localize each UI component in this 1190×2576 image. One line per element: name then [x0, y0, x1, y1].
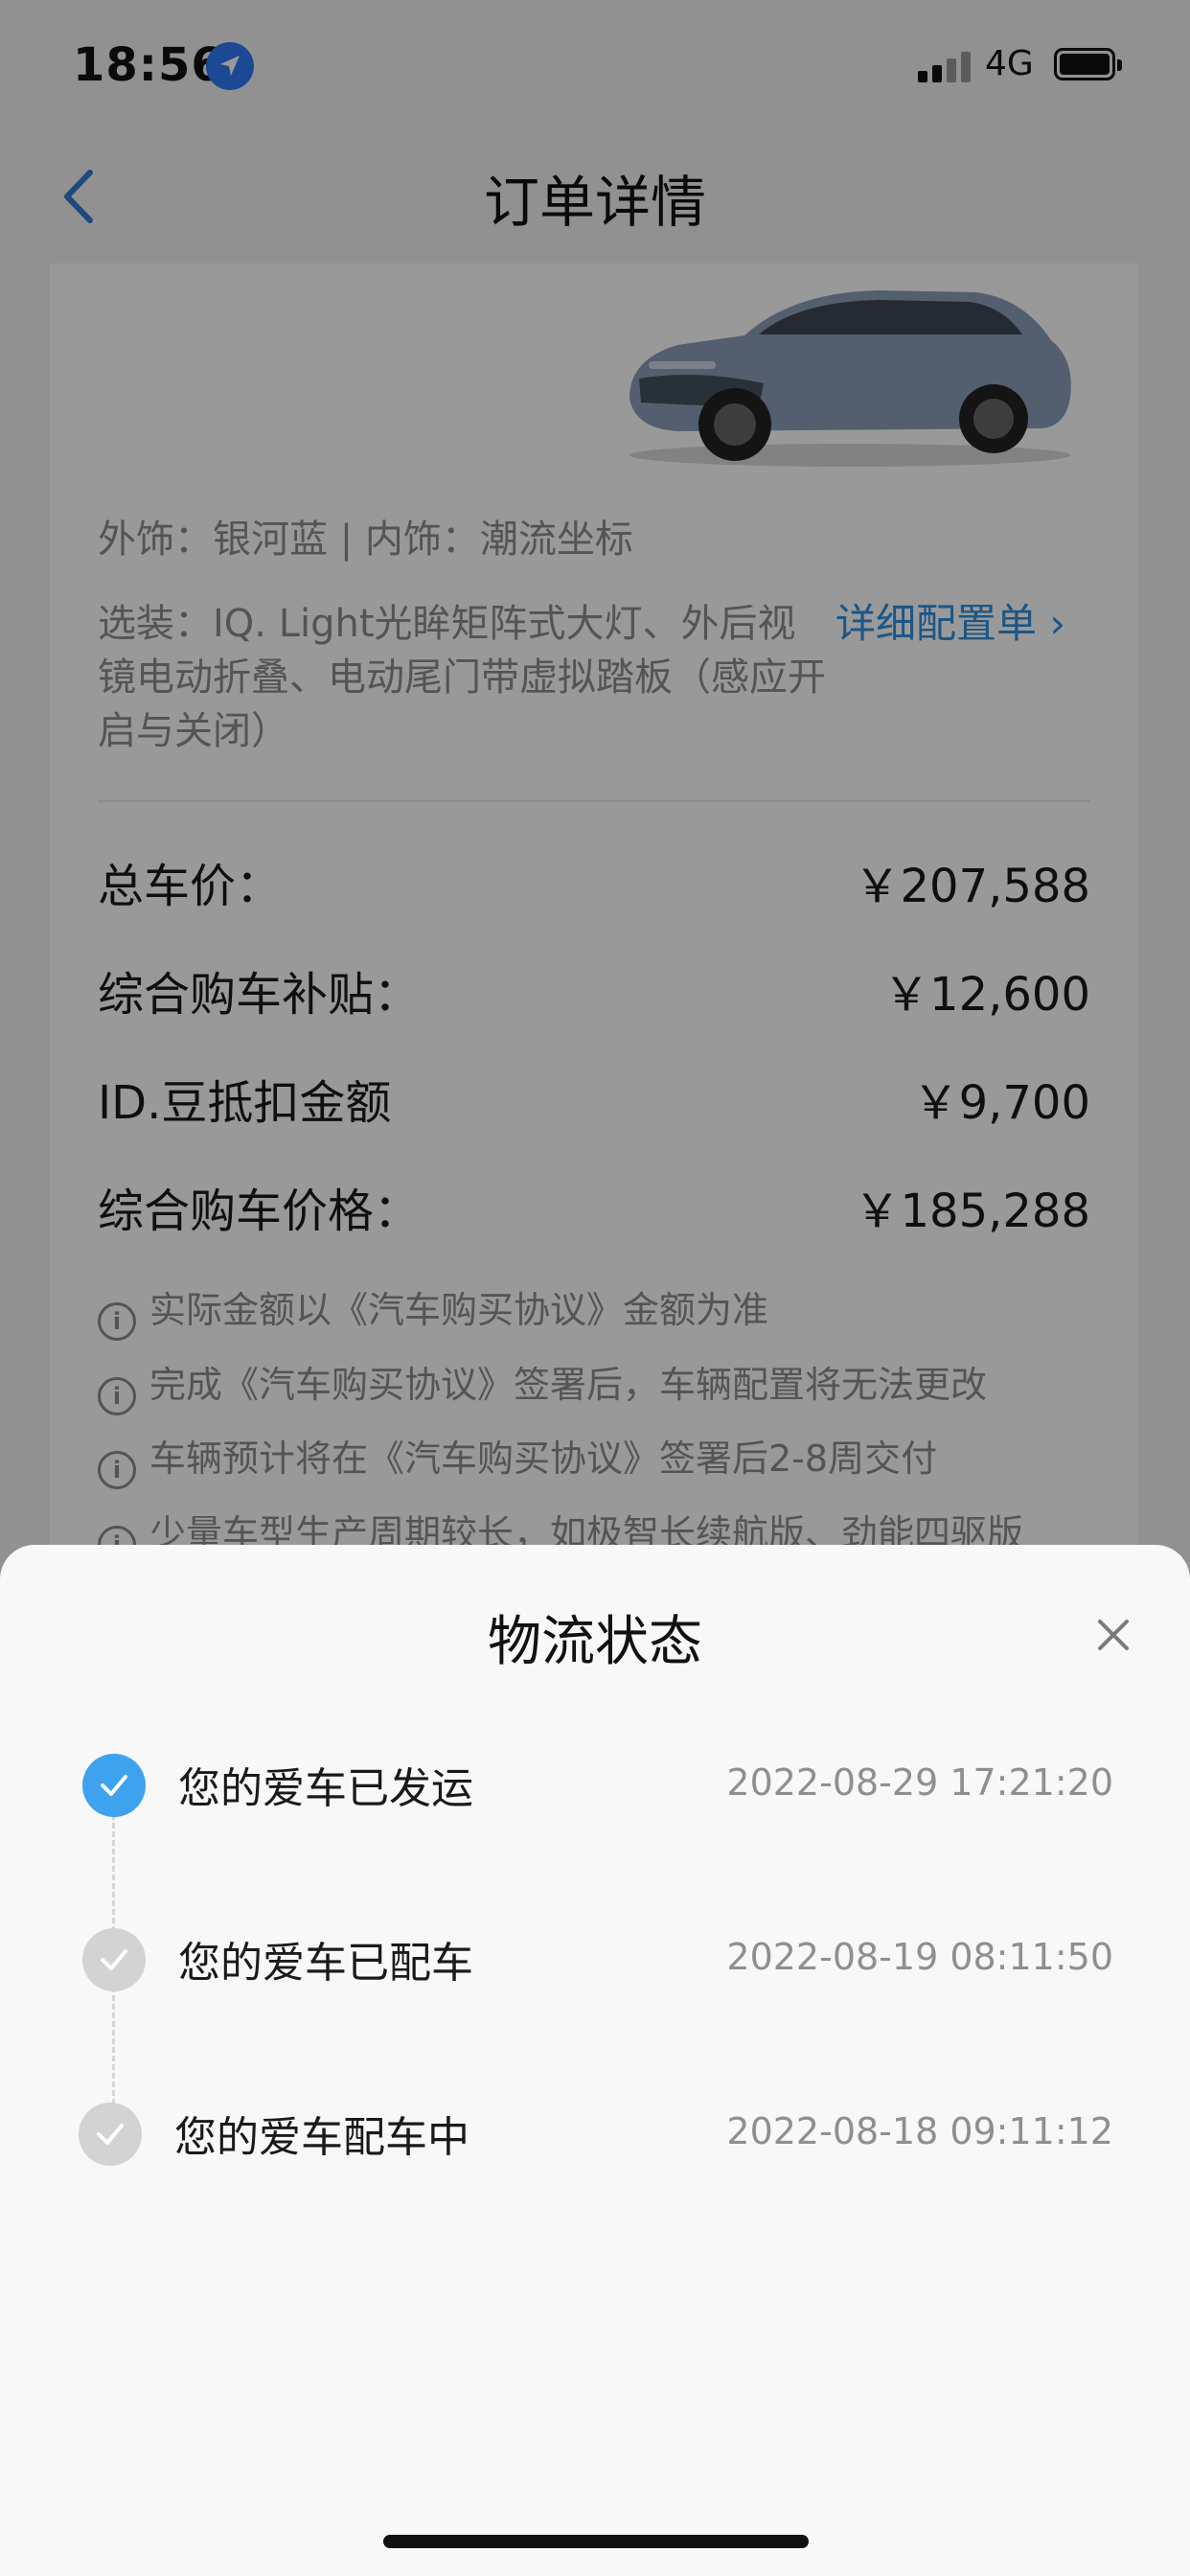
- checkmark-icon: [82, 1754, 146, 1817]
- home-indicator[interactable]: [383, 2535, 809, 2548]
- timeline-timestamp: 2022-08-29 17:21:20: [726, 1761, 1113, 1804]
- timeline-item: 您的爱车已发运 2022-08-29 17:21:20: [0, 1736, 1190, 1832]
- checkmark-icon: [82, 1928, 146, 1991]
- close-icon: [1098, 1620, 1129, 1650]
- timeline-item: 您的爱车配车中 2022-08-18 09:11:12: [0, 2085, 1190, 2181]
- timeline-status: 您的爱车配车中: [174, 2113, 469, 2162]
- close-button[interactable]: [1087, 1608, 1140, 1662]
- logistics-bottom-sheet: 物流状态 您的爱车已发运 2022-08-29 17:21:20 您的爱车已配车…: [0, 1545, 1190, 2576]
- timeline-timestamp: 2022-08-18 09:11:12: [726, 2110, 1113, 2152]
- timeline-item: 您的爱车已配车 2022-08-19 08:11:50: [0, 1911, 1190, 2007]
- timeline-timestamp: 2022-08-19 08:11:50: [726, 1936, 1113, 1978]
- sheet-title: 物流状态: [488, 1611, 702, 1673]
- checkmark-icon: [79, 2103, 142, 2166]
- timeline-status: 您的爱车已发运: [178, 1764, 473, 1813]
- timeline-status: 您的爱车已配车: [178, 1939, 473, 1988]
